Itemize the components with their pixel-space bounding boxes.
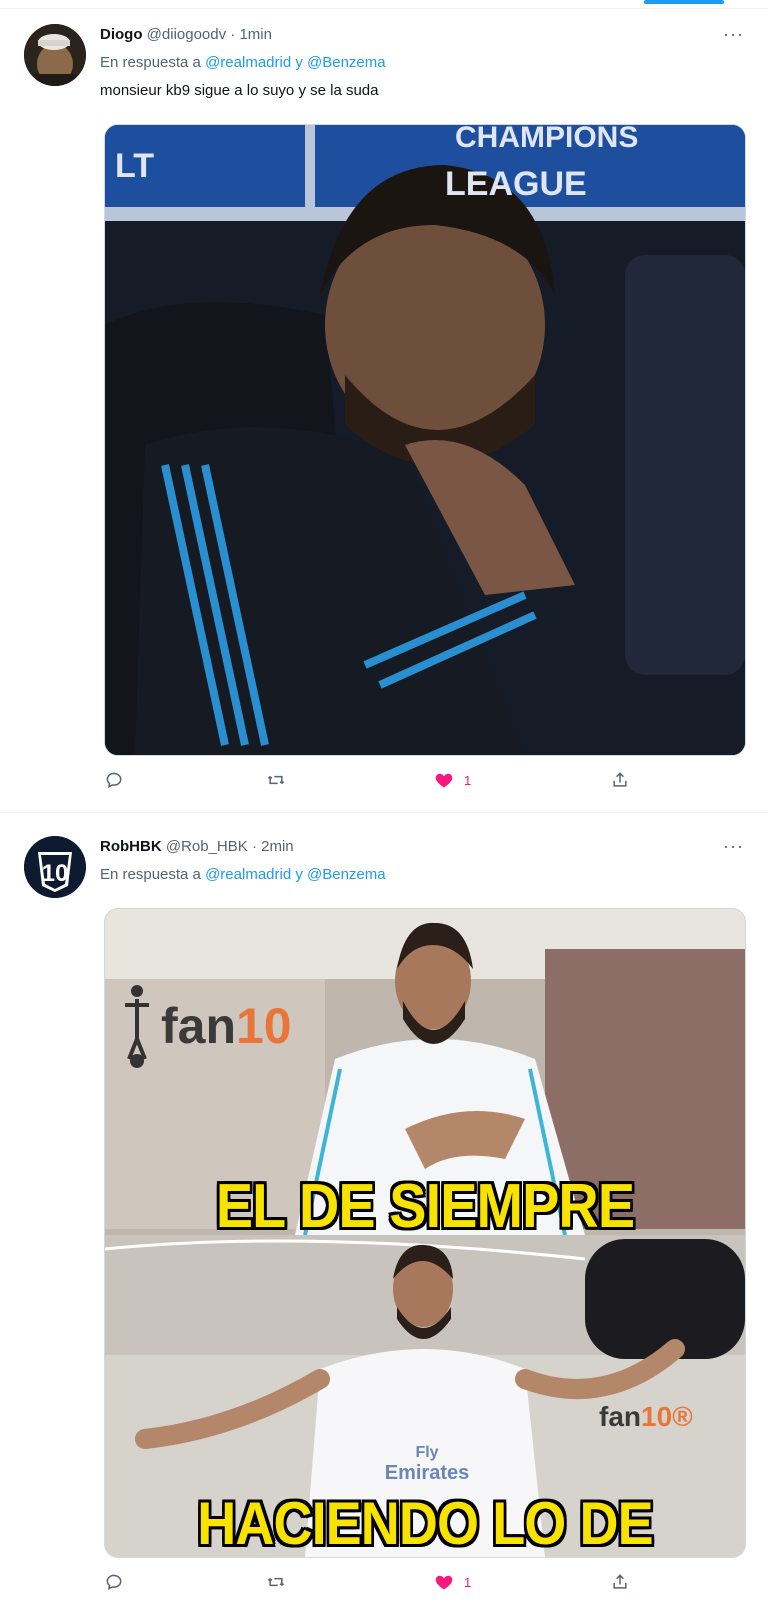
share-icon bbox=[613, 1574, 627, 1589]
reply-icon bbox=[106, 1574, 122, 1590]
shirt-text: Fly bbox=[415, 1444, 438, 1461]
active-tab-indicator bbox=[644, 0, 724, 4]
heart-icon bbox=[435, 773, 453, 788]
tweet-text: monsieur kb9 sigue a lo suyo y se la sud… bbox=[100, 82, 379, 99]
reply-button[interactable] bbox=[104, 1568, 134, 1596]
reply-to-mentions[interactable]: @realmadrid y @Benzema bbox=[205, 866, 386, 883]
divider bbox=[0, 8, 768, 9]
like-count: 1 bbox=[464, 1574, 472, 1590]
banner-text: CHAMPIONS bbox=[455, 125, 638, 154]
retweet-icon bbox=[267, 1577, 285, 1587]
author-handle[interactable]: @Rob_HBK bbox=[166, 838, 248, 855]
retweet-button[interactable] bbox=[266, 1568, 296, 1596]
image-player-on-bench: LEAGUE CHAMPIONS LT bbox=[105, 125, 745, 755]
reply-button[interactable] bbox=[104, 766, 134, 794]
avatar[interactable] bbox=[24, 24, 86, 86]
shirt-text: Emirates bbox=[385, 1462, 470, 1484]
retweet-button[interactable] bbox=[266, 766, 296, 794]
heart-icon bbox=[435, 1575, 453, 1590]
retweet-icon bbox=[267, 775, 285, 785]
avatar-text: 10 bbox=[42, 860, 69, 887]
like-count: 1 bbox=[464, 772, 472, 788]
like-button[interactable]: 1 bbox=[434, 1568, 471, 1596]
tweet-image[interactable]: LEAGUE CHAMPIONS LT bbox=[104, 124, 746, 756]
share-icon bbox=[613, 772, 627, 787]
meme-caption-bottom: HACIENDO LO DE SIEMPRE bbox=[197, 1490, 653, 1557]
reply-to-mentions[interactable]: @realmadrid y @Benzema bbox=[205, 54, 386, 71]
more-icon[interactable]: ··· bbox=[723, 836, 744, 857]
tweet-time[interactable]: · 1min bbox=[230, 26, 272, 43]
watermark: fan10® bbox=[599, 1401, 693, 1432]
avatar-photo bbox=[24, 24, 86, 86]
banner-text: LT bbox=[115, 147, 154, 185]
reply-to-label: En respuesta a bbox=[100, 866, 201, 883]
share-button[interactable] bbox=[610, 766, 630, 794]
like-button[interactable]: 1 bbox=[434, 766, 471, 794]
more-icon[interactable]: ··· bbox=[723, 24, 744, 45]
reply-icon bbox=[106, 772, 122, 788]
author-handle[interactable]: @diiogoodv bbox=[147, 26, 226, 43]
reply-to-label: En respuesta a bbox=[100, 54, 201, 71]
tweet-image[interactable]: Fly Emirates fan10 fan10® EL DE SIEMPRE … bbox=[104, 908, 746, 1558]
author-name[interactable]: RobHBK bbox=[100, 838, 162, 855]
tweet-time[interactable]: · 2min bbox=[252, 838, 294, 855]
meme-caption-top: EL DE SIEMPRE bbox=[215, 1172, 635, 1241]
tweet-actions: 1 bbox=[104, 1568, 664, 1596]
avatar-logo: 10 bbox=[24, 836, 86, 898]
author-name[interactable]: Diogo bbox=[100, 26, 143, 43]
banner-text: LEAGUE bbox=[445, 165, 587, 203]
watermark: fan10 bbox=[161, 998, 292, 1054]
tweet-actions: 1 bbox=[104, 766, 664, 794]
avatar[interactable]: 10 bbox=[24, 836, 86, 898]
share-button[interactable] bbox=[610, 1568, 630, 1596]
divider bbox=[0, 812, 768, 813]
